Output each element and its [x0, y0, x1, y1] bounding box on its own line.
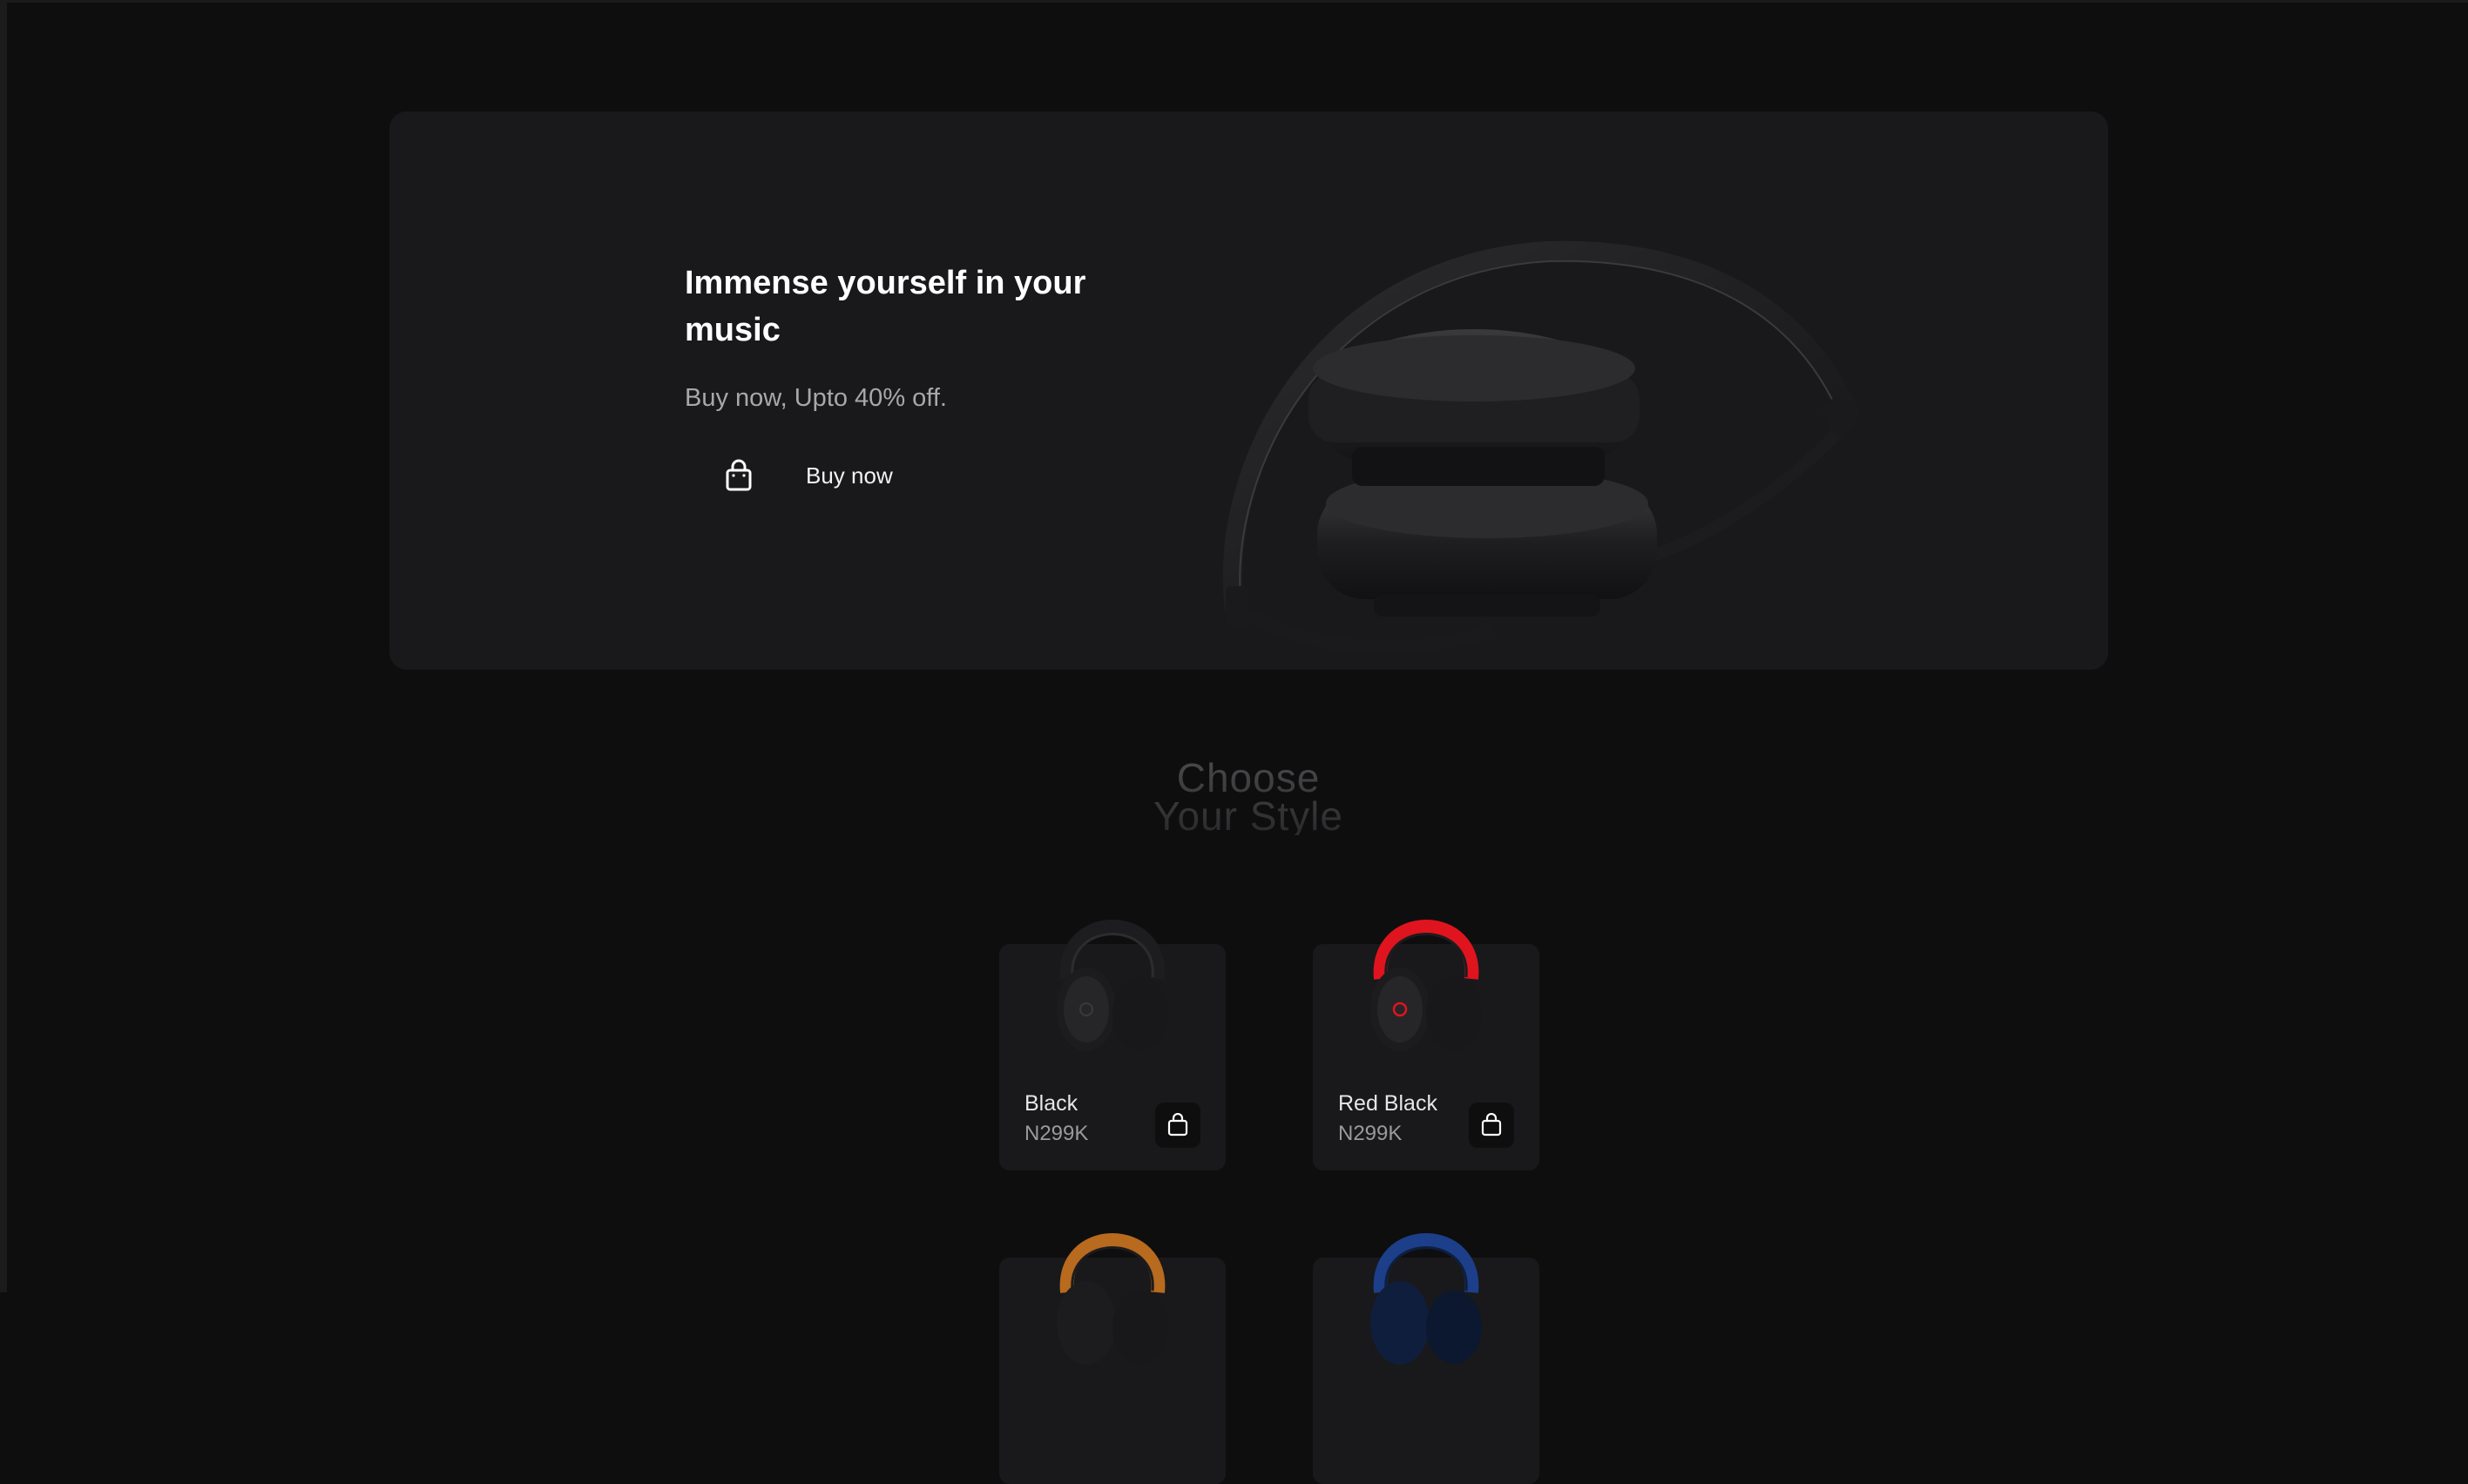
product-card-black[interactable]: Black N299K [999, 920, 1226, 1170]
buy-now-button[interactable]: Buy now [685, 447, 946, 504]
add-to-cart-button[interactable] [1155, 1103, 1200, 1148]
headphones-gold-image [1057, 1233, 1168, 1365]
product-name: Red Black [1338, 1091, 1437, 1116]
hero-title: Immense yourself in your music [685, 265, 1086, 348]
product-name: Black [1024, 1091, 1078, 1116]
headphones-red-black-image [1370, 920, 1482, 1051]
add-to-cart-button[interactable] [1469, 1103, 1514, 1148]
buy-now-label: Buy now [806, 462, 893, 489]
page-frame: Immense yourself in your music Buy now, … [0, 0, 2468, 1484]
product-card-blue[interactable] [1313, 1233, 1539, 1484]
shopping-bag-icon [1481, 1113, 1502, 1137]
product-card-gold[interactable] [999, 1233, 1226, 1484]
product-price: N299K [1024, 1122, 1089, 1145]
product-card-red-black[interactable]: Red Black N299K [1313, 920, 1539, 1170]
section-title-line1: Choose [1176, 755, 1321, 800]
shopping-bag-icon [1167, 1113, 1188, 1137]
section-title: Choose Your Style [1052, 759, 1444, 835]
product-price: N299K [1338, 1122, 1403, 1145]
headphones-blue-image [1370, 1233, 1482, 1365]
headphones-black-image [1057, 920, 1168, 1051]
shopping-bag-icon [726, 459, 752, 491]
section-title-line2: Your Style [1153, 793, 1343, 839]
headphones-hero-image [1222, 240, 1858, 654]
hero-banner: Immense yourself in your music Buy now, … [389, 111, 2108, 670]
hero-subtitle: Buy now, Upto 40% off. [685, 384, 947, 412]
